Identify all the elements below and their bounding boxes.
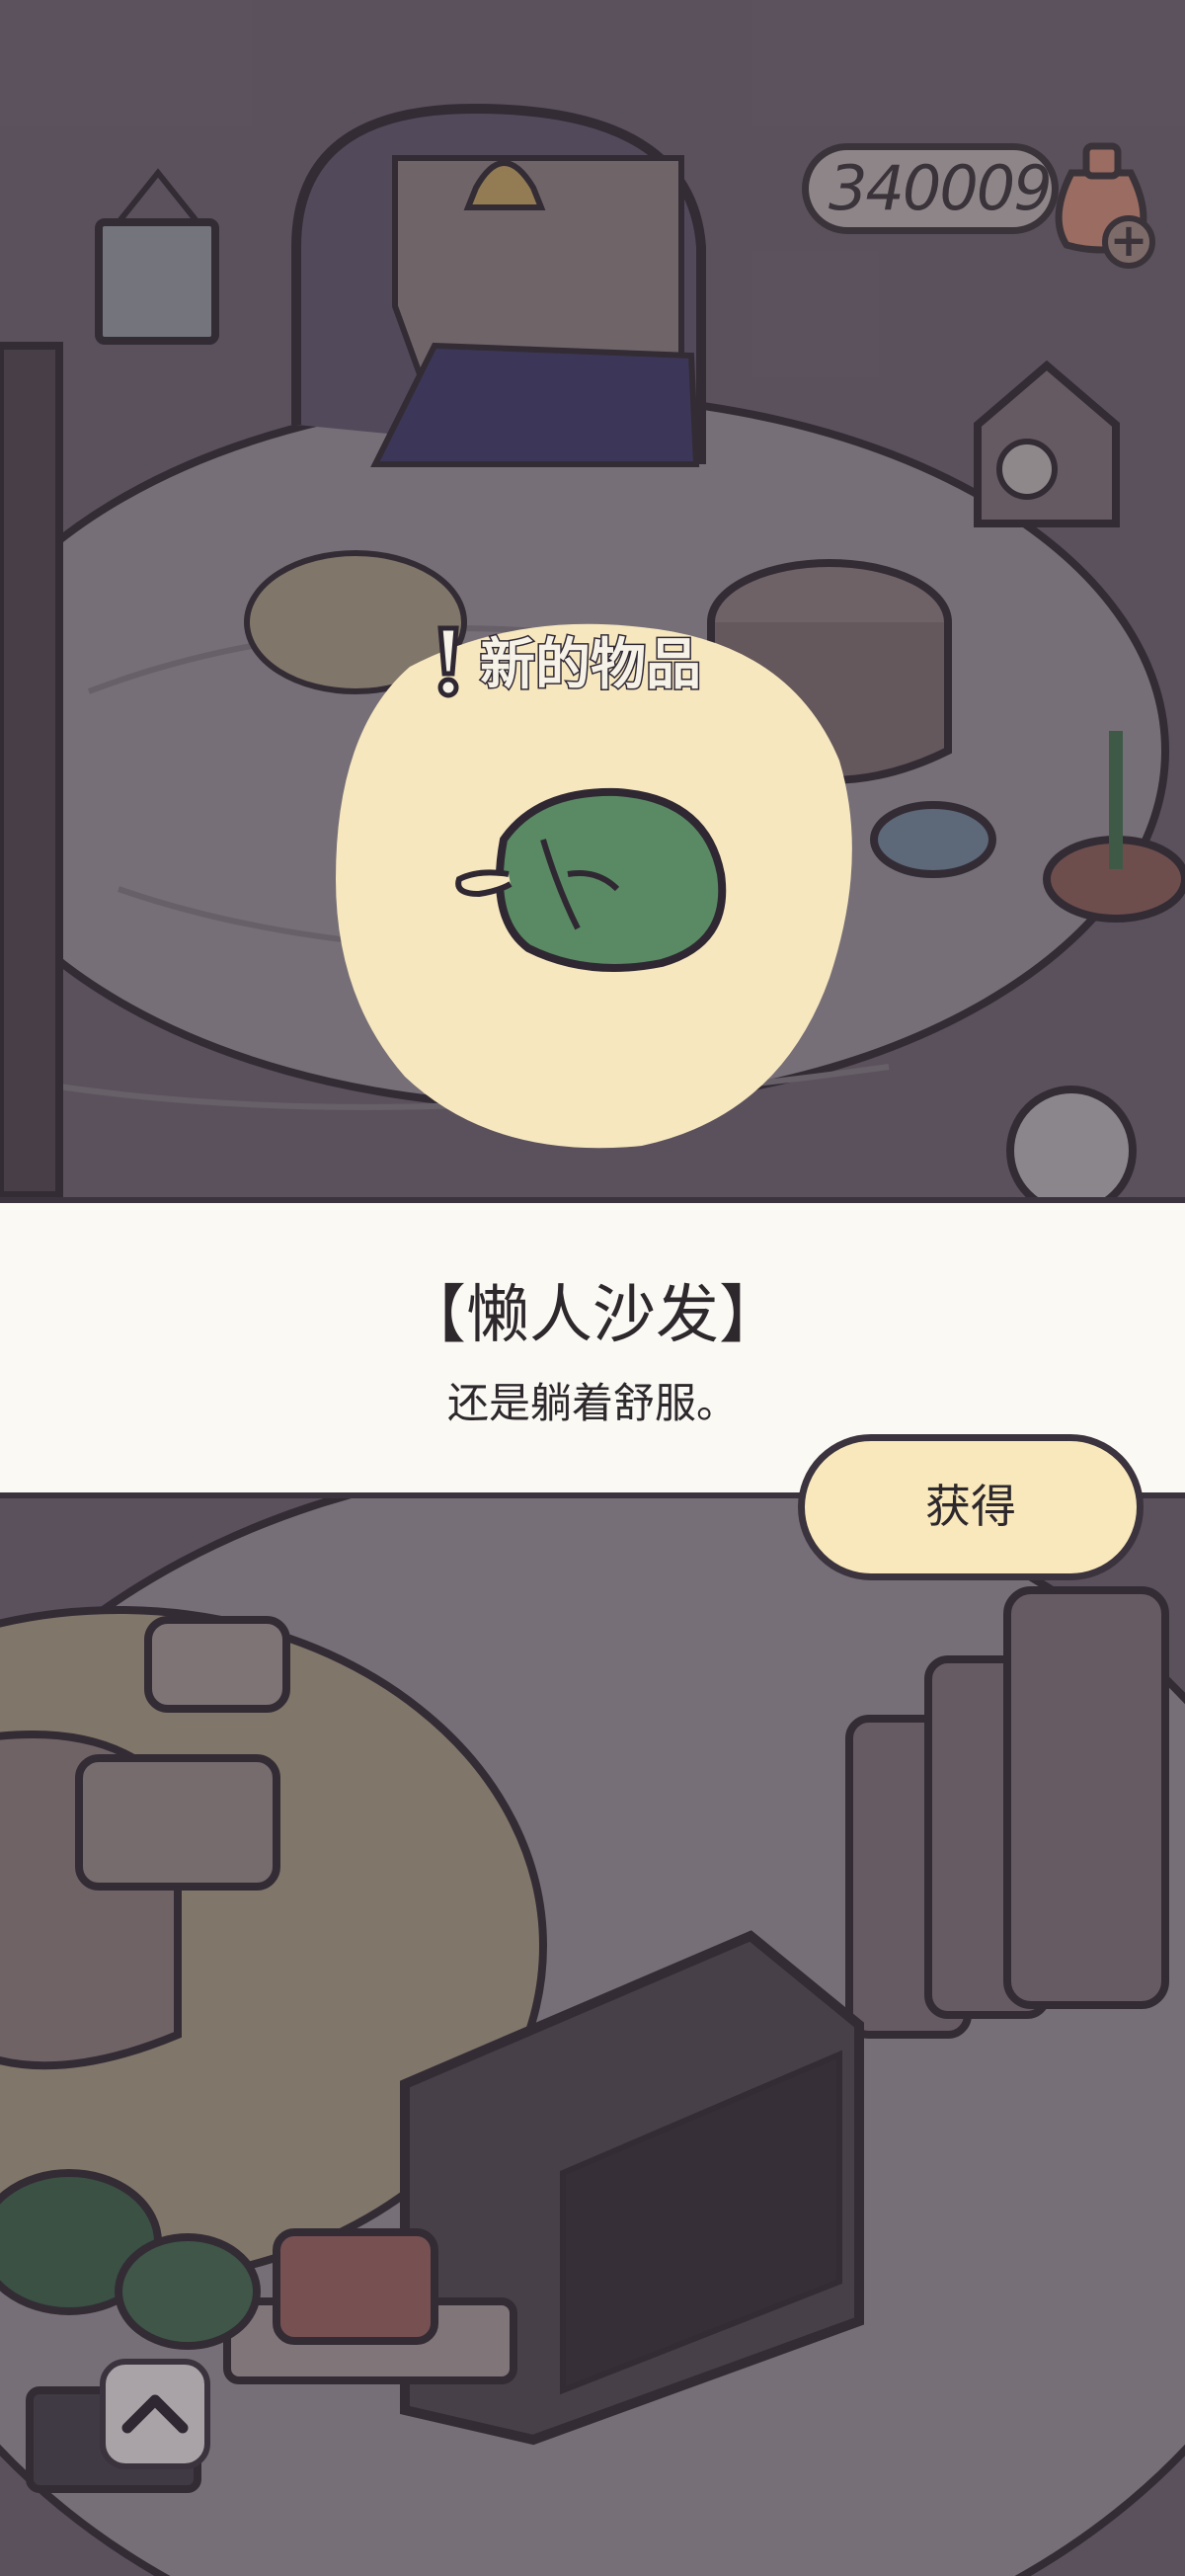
chevron-up-icon — [121, 2394, 189, 2434]
item-description: 还是躺着舒服。 — [446, 1379, 738, 1427]
new-item-label: 新的物品 — [479, 632, 703, 699]
plus-icon: + — [1109, 213, 1148, 267]
green-bean-bag-icon — [455, 787, 727, 972]
expand-menu-button[interactable] — [100, 2359, 210, 2469]
exclamation-icon — [437, 625, 459, 698]
item-name: 【懒人沙发】 — [403, 1279, 782, 1352]
obtain-button[interactable]: 获得 — [798, 1434, 1144, 1580]
add-coins-button[interactable]: + — [1102, 215, 1155, 269]
coin-counter: 340009 — [802, 143, 1059, 234]
